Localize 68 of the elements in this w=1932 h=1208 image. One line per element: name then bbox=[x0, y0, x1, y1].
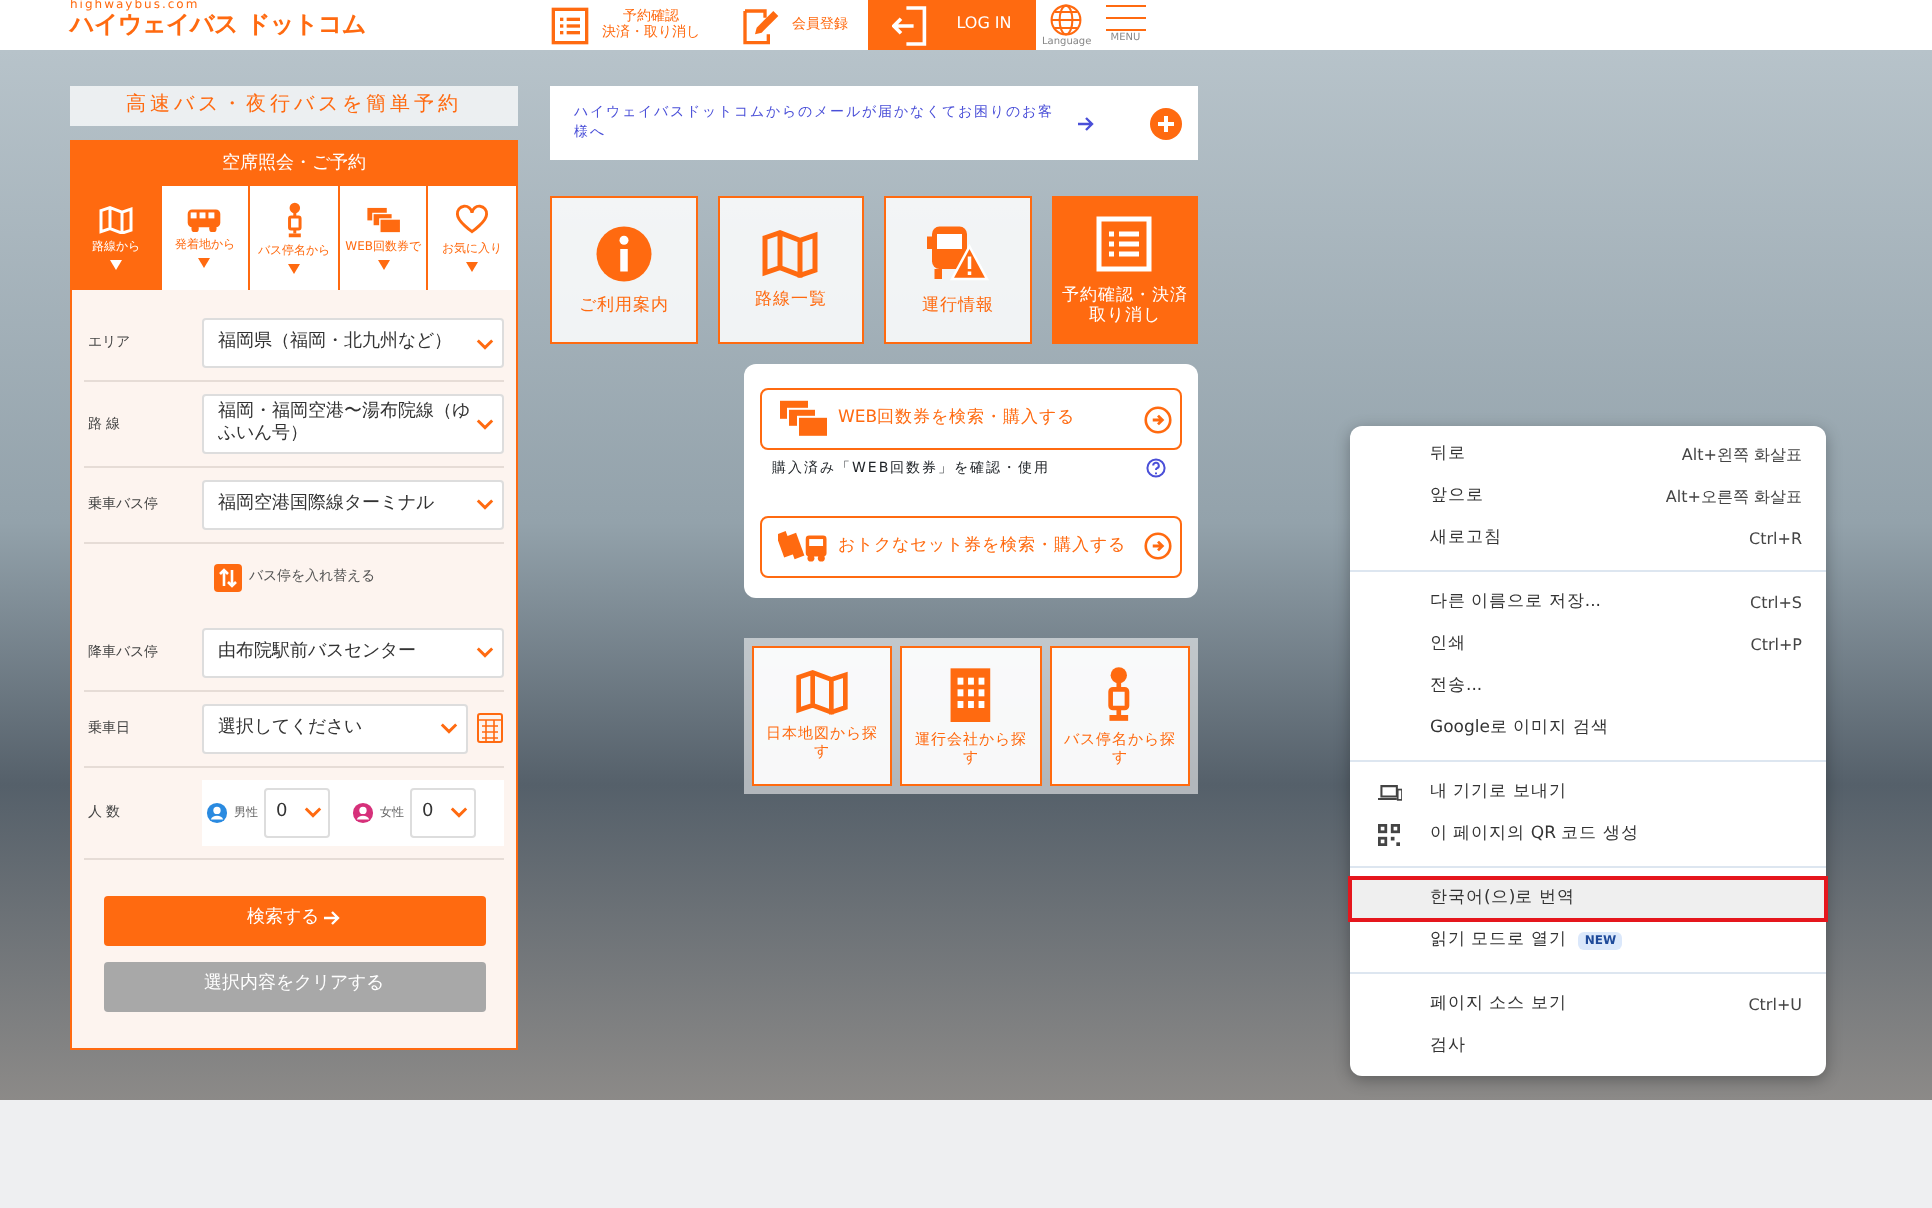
select-field[interactable]: 福岡・福岡空港〜湯布院線（ゆふいん号） bbox=[202, 394, 504, 454]
select-field[interactable]: 福岡県（福岡・北九州など） bbox=[202, 318, 504, 368]
map-icon bbox=[97, 205, 134, 235]
globe-icon bbox=[1050, 4, 1083, 36]
qr-code-icon bbox=[1378, 824, 1400, 846]
context-menu-item[interactable]: 뒤로 Alt+왼쪽 화살표 bbox=[1350, 434, 1826, 476]
context-menu-item[interactable]: Google로 이미지 검색 bbox=[1350, 708, 1826, 750]
door-icon bbox=[892, 5, 929, 45]
edit-icon bbox=[740, 5, 780, 45]
select-field[interactable]: 福岡空港国際線ターミナル bbox=[202, 479, 504, 530]
list-icon bbox=[1094, 213, 1155, 274]
tickets-icon bbox=[778, 398, 830, 440]
shortcut-text: Ctrl+P bbox=[1750, 633, 1802, 657]
list-icon bbox=[550, 5, 590, 45]
shortcut-text: Ctrl+U bbox=[1748, 993, 1802, 1017]
context-menu-item[interactable]: 페이지 소스 보기 Ctrl+U bbox=[1350, 984, 1826, 1026]
menu-icon bbox=[1103, 4, 1148, 32]
help-icon bbox=[1146, 458, 1166, 479]
arrow-right-icon bbox=[324, 909, 341, 926]
caret-icon bbox=[466, 261, 479, 272]
chevron-down-icon bbox=[476, 417, 494, 430]
select-field[interactable]: 0 bbox=[264, 787, 330, 838]
person-icon bbox=[352, 801, 374, 824]
caret-icon bbox=[377, 260, 390, 271]
swap-icon bbox=[213, 563, 241, 592]
caret-icon bbox=[198, 258, 211, 269]
chevron-down-icon bbox=[476, 646, 494, 659]
plus-circle-icon bbox=[1150, 107, 1182, 139]
building-icon bbox=[948, 665, 994, 721]
context-menu-item[interactable]: 검사 bbox=[1350, 1026, 1826, 1068]
arrow-right-icon bbox=[1078, 115, 1094, 131]
shortcut-text: Ctrl+S bbox=[1749, 591, 1802, 615]
tickets-icon bbox=[365, 205, 402, 235]
context-menu-item[interactable]: 앞으로 Alt+오른쪽 화살표 bbox=[1350, 476, 1826, 518]
chevron-down-icon bbox=[476, 498, 494, 511]
context-menu-item[interactable]: 전송... bbox=[1350, 666, 1826, 708]
map-icon bbox=[794, 670, 851, 716]
arrow-circle-icon bbox=[1144, 405, 1172, 433]
tickets-bus-icon bbox=[778, 528, 830, 564]
caret-icon bbox=[287, 264, 300, 274]
shortcut-text: Alt+오른쪽 화살표 bbox=[1665, 485, 1802, 509]
caret-icon bbox=[109, 260, 122, 271]
select-field[interactable]: 0 bbox=[410, 787, 476, 838]
select-field[interactable]: 由布院駅前バスセンター bbox=[202, 627, 504, 678]
context-menu-item[interactable]: 이 페이지의 QR 코드 생성 bbox=[1350, 814, 1826, 856]
context-menu-item[interactable]: 내 기기로 보내기 bbox=[1350, 772, 1826, 814]
calendar-icon bbox=[476, 712, 504, 745]
laptop-icon bbox=[1378, 784, 1402, 802]
context-menu-item[interactable]: 한국어(으)로 번역 bbox=[1350, 878, 1826, 920]
context-menu-item[interactable]: 인쇄 Ctrl+P bbox=[1350, 624, 1826, 666]
info-icon bbox=[593, 223, 654, 284]
shortcut-text: Ctrl+R bbox=[1749, 527, 1802, 551]
arrow-circle-icon bbox=[1144, 532, 1172, 560]
context-menu-item[interactable]: 새로고침 Ctrl+R bbox=[1350, 518, 1826, 560]
chevron-down-icon bbox=[304, 806, 322, 819]
map-icon bbox=[760, 229, 821, 278]
chevron-down-icon bbox=[450, 806, 468, 819]
chevron-down-icon bbox=[476, 337, 494, 349]
chevron-down-icon bbox=[440, 722, 458, 735]
heart-icon bbox=[454, 204, 491, 236]
bus-icon bbox=[186, 207, 223, 233]
booking-banner: 高速バス・夜行バスを簡単予約 bbox=[70, 86, 518, 126]
select-field[interactable]: 選択してください bbox=[202, 703, 468, 754]
bus-stop-icon bbox=[283, 202, 305, 238]
context-menu-item[interactable]: 다른 이름으로 저장... Ctrl+S bbox=[1350, 582, 1826, 624]
panel-title: 空席照会・ご予約 bbox=[72, 142, 516, 186]
bus-warning-icon bbox=[924, 223, 991, 284]
shortcut-text: Alt+왼쪽 화살표 bbox=[1681, 443, 1802, 467]
